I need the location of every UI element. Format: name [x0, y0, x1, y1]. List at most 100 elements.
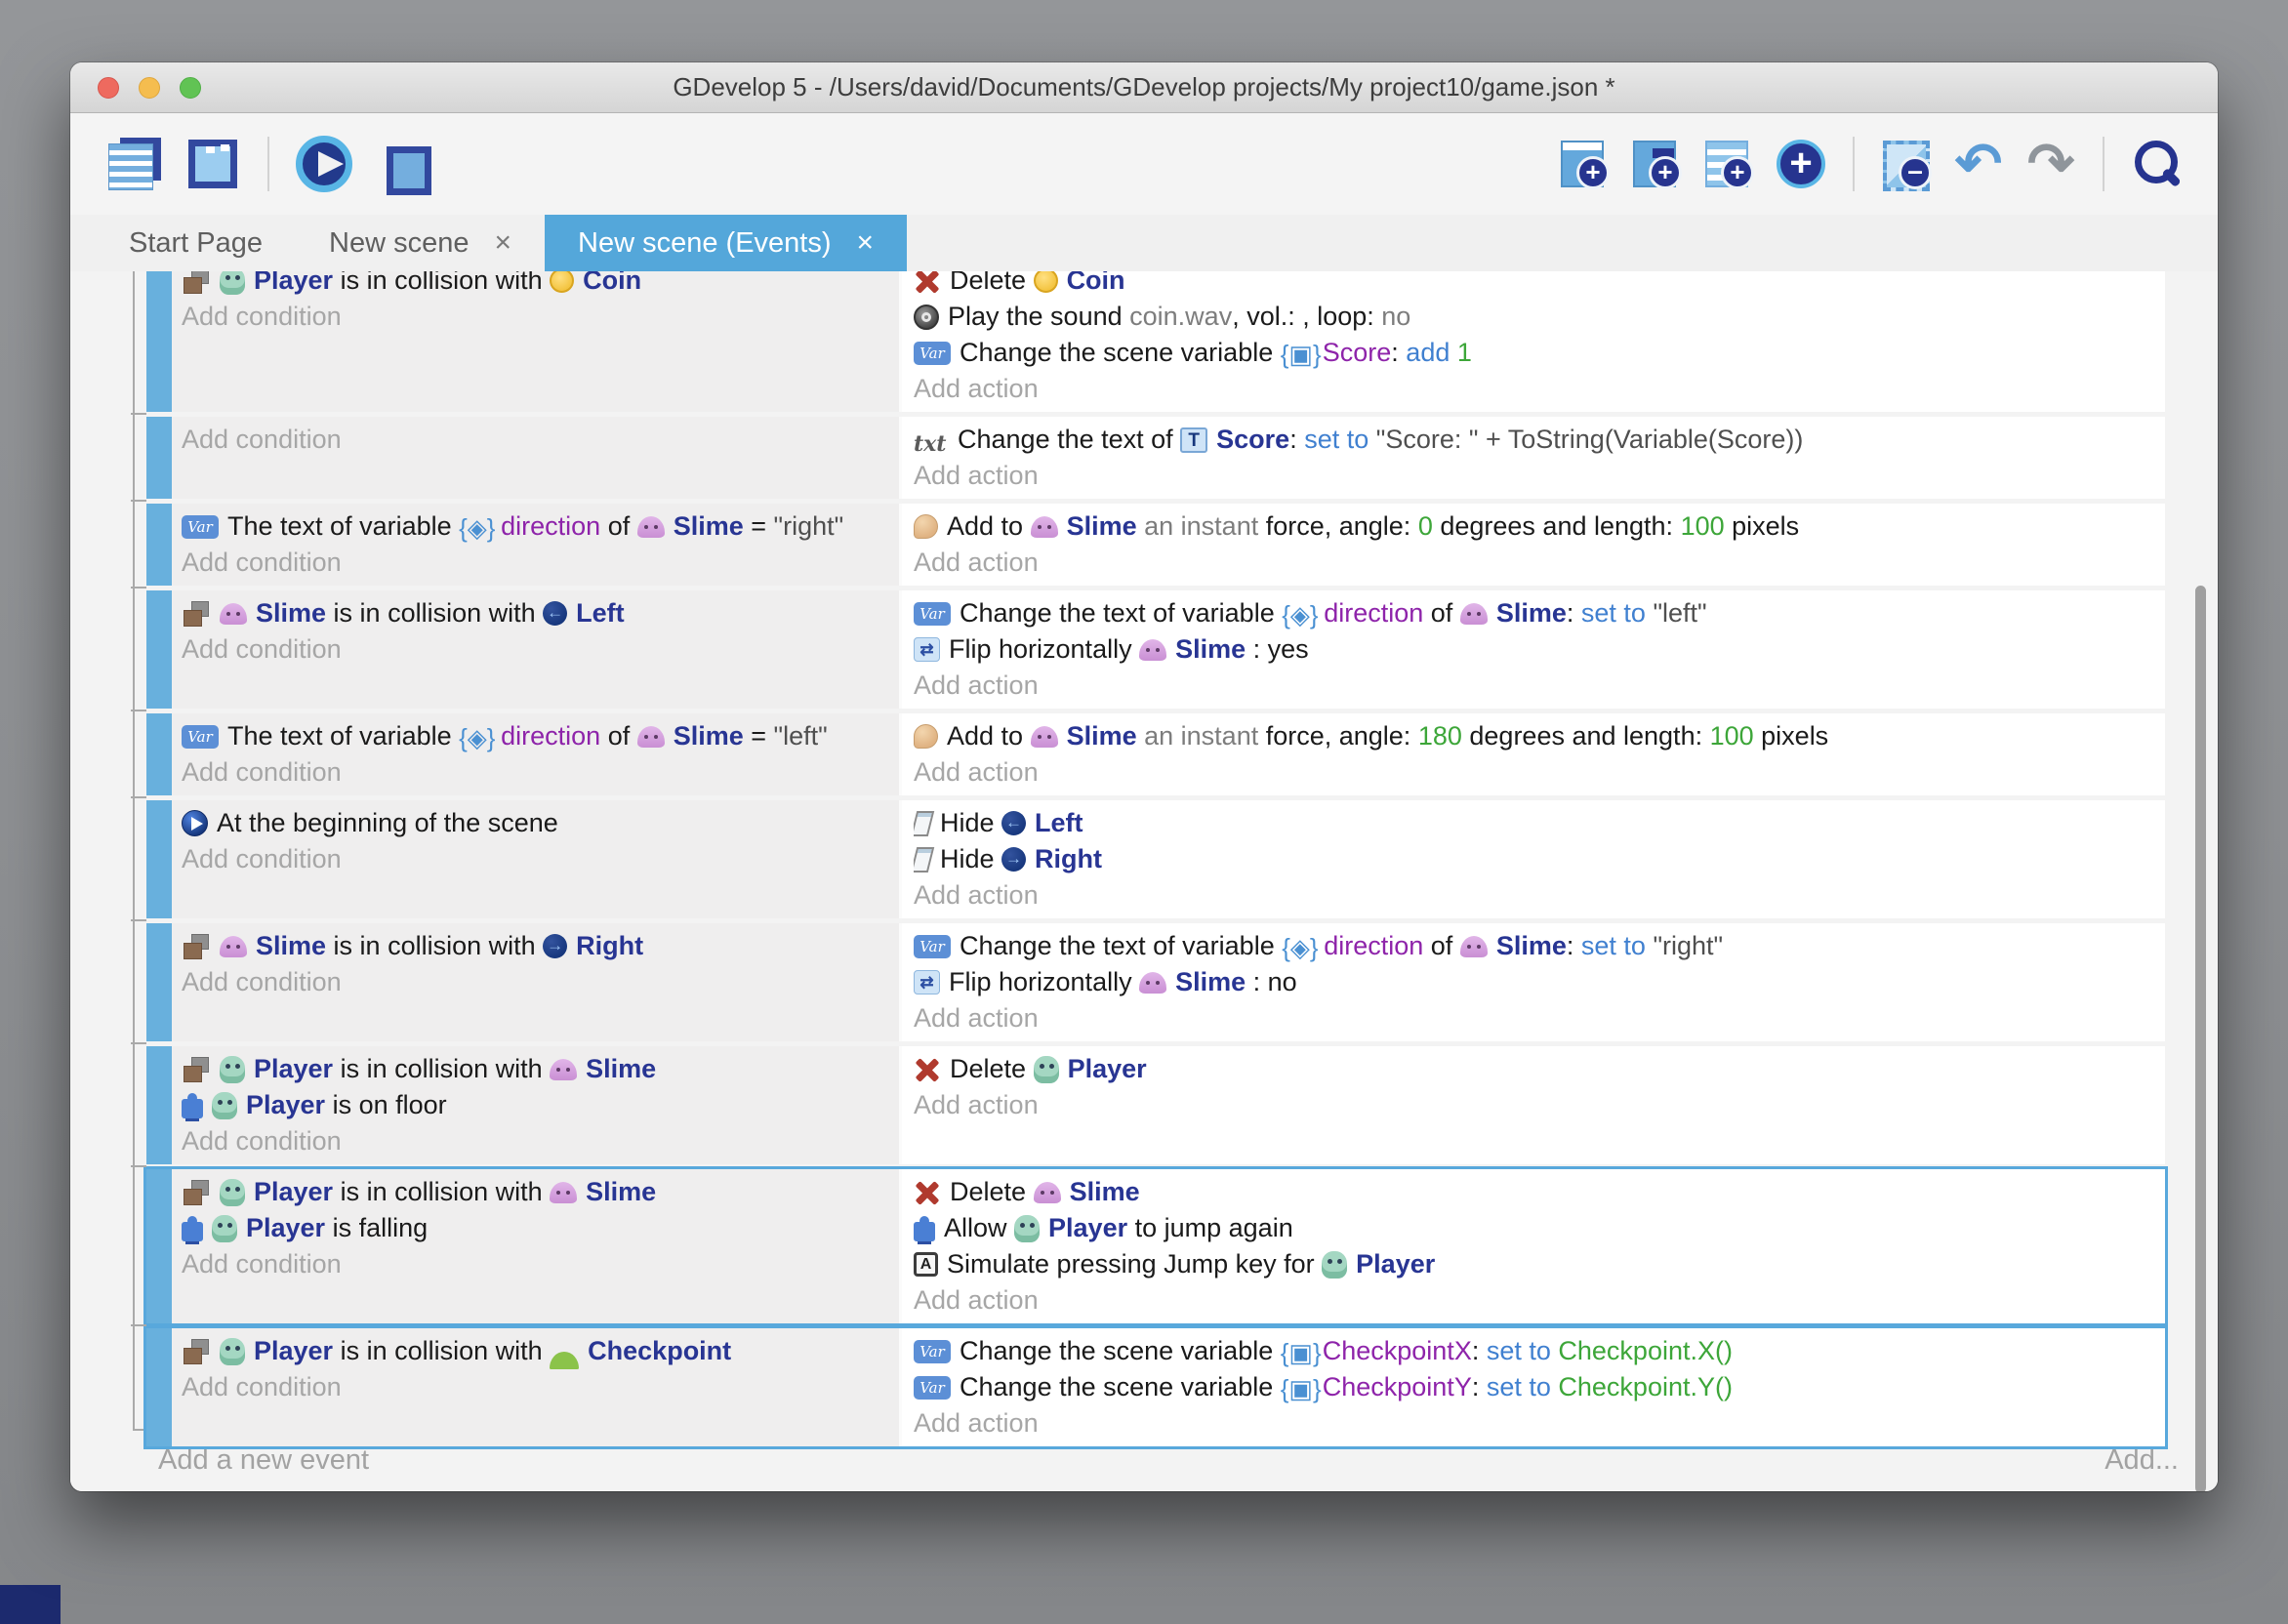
tab-new-scene[interactable]: New scene: [296, 215, 545, 271]
condition-line[interactable]: Player is in collision with Coin: [182, 271, 891, 299]
debug-button[interactable]: [374, 136, 430, 192]
condition-line[interactable]: At the beginning of the scene: [182, 805, 891, 841]
actions-cell: Delete SlimeAllow Player to jump againSi…: [902, 1169, 2165, 1323]
event-row[interactable]: Player is in collision with SlimePlayer …: [146, 1169, 2165, 1323]
event-handle[interactable]: [146, 923, 172, 1041]
event-row[interactable]: Slime is in collision with RightAdd cond…: [146, 923, 2165, 1041]
add-condition-link[interactable]: Add condition: [182, 754, 891, 791]
event-handle[interactable]: [146, 590, 172, 709]
add-event-icon: [1559, 139, 1610, 189]
add-comment-icon: [1703, 139, 1754, 189]
event-handle[interactable]: [146, 1328, 172, 1446]
add-action-link[interactable]: Add action: [914, 1087, 2157, 1123]
event-handle[interactable]: [146, 713, 172, 795]
undo-button[interactable]: [1953, 139, 2004, 189]
text-segment: The text of variable: [227, 511, 459, 542]
keyA-icon: [914, 1252, 938, 1277]
scene-editor-button[interactable]: [184, 136, 241, 192]
event-row[interactable]: The text of variable direction of Slime …: [146, 713, 2165, 795]
condition-line[interactable]: The text of variable direction of Slime …: [182, 508, 891, 545]
event-row[interactable]: Player is in collision with SlimePlayer …: [146, 1046, 2165, 1164]
close-icon[interactable]: [857, 228, 875, 258]
add-condition-link[interactable]: Add condition: [182, 841, 891, 877]
event-handle[interactable]: [146, 417, 172, 499]
add-event-button[interactable]: [1559, 139, 1610, 189]
action-line[interactable]: Add to Slime an instant force, angle: 18…: [914, 718, 2157, 754]
action-line[interactable]: Delete Slime: [914, 1174, 2157, 1210]
add-condition-link[interactable]: Add condition: [182, 1123, 891, 1159]
event-tree-line: [133, 271, 135, 1429]
action-line[interactable]: Change the text of Score: set to "Score:…: [914, 422, 2157, 458]
action-line[interactable]: Change the scene variable CheckpointX: s…: [914, 1333, 2157, 1369]
event-handle[interactable]: [146, 271, 172, 412]
text-segment: : yes: [1246, 634, 1309, 665]
condition-line[interactable]: Slime is in collision with Left: [182, 595, 891, 631]
action-line[interactable]: Flip horizontally Slime : yes: [914, 631, 2157, 668]
event-row[interactable]: Player is in collision with CoinAdd cond…: [146, 271, 2165, 412]
add-condition-link[interactable]: Add condition: [182, 631, 891, 668]
action-line[interactable]: Change the scene variable CheckpointY: s…: [914, 1369, 2157, 1405]
add-action-link[interactable]: Add action: [914, 458, 2157, 494]
redo-button[interactable]: [2025, 139, 2076, 189]
add-new-event-button[interactable]: Add a new event: [158, 1444, 369, 1477]
action-line[interactable]: Delete Player: [914, 1051, 2157, 1087]
condition-line[interactable]: Player is in collision with Checkpoint: [182, 1333, 891, 1369]
add-action-link[interactable]: Add action: [914, 371, 2157, 407]
add-more-circle-button[interactable]: [1776, 139, 1826, 189]
action-line[interactable]: Change the text of variable direction of…: [914, 595, 2157, 631]
add-comment-button[interactable]: [1703, 139, 1754, 189]
event-handle[interactable]: [146, 1169, 172, 1323]
action-line[interactable]: Add to Slime an instant force, angle: 0 …: [914, 508, 2157, 545]
condition-line[interactable]: The text of variable direction of Slime …: [182, 718, 891, 754]
action-line[interactable]: Flip horizontally Slime : no: [914, 964, 2157, 1000]
action-line[interactable]: Hide Left: [914, 805, 2157, 841]
add-action-link[interactable]: Add action: [914, 1000, 2157, 1036]
event-row[interactable]: Slime is in collision with LeftAdd condi…: [146, 590, 2165, 709]
preview-play-button[interactable]: [296, 136, 352, 192]
tab-start-page[interactable]: Start Page: [96, 215, 296, 271]
event-handle[interactable]: [146, 504, 172, 586]
action-line[interactable]: Play the sound coin.wav, vol.: , loop: n…: [914, 299, 2157, 335]
close-icon[interactable]: [495, 228, 512, 258]
add-action-link[interactable]: Add action: [914, 1282, 2157, 1319]
condition-line[interactable]: Slime is in collision with Right: [182, 928, 891, 964]
tab-new-scene-events[interactable]: New scene (Events): [545, 215, 907, 271]
action-line[interactable]: Allow Player to jump again: [914, 1210, 2157, 1246]
event-handle[interactable]: [146, 800, 172, 918]
event-handle[interactable]: [146, 1046, 172, 1164]
add-subevent-button[interactable]: [1631, 139, 1682, 189]
add-condition-link[interactable]: Add condition: [182, 1369, 891, 1405]
add-action-link[interactable]: Add action: [914, 668, 2157, 704]
condition-line[interactable]: Player is in collision with Slime: [182, 1051, 891, 1087]
action-line[interactable]: Change the text of variable direction of…: [914, 928, 2157, 964]
add-condition-link[interactable]: Add condition: [182, 1246, 891, 1282]
add-action-link[interactable]: Add action: [914, 545, 2157, 581]
project-manager-button[interactable]: [106, 136, 163, 192]
event-row[interactable]: Player is in collision with CheckpointAd…: [146, 1328, 2165, 1446]
add-more-button[interactable]: Add...: [2104, 1444, 2179, 1477]
add-condition-link[interactable]: Add condition: [182, 964, 891, 1000]
action-line[interactable]: Hide Right: [914, 841, 2157, 877]
events-sheet: Player is in collision with CoinAdd cond…: [70, 271, 2218, 1491]
condition-line[interactable]: Player is on floor: [182, 1087, 891, 1123]
text-segment: pixels: [1725, 511, 1800, 542]
condition-line[interactable]: Player is falling: [182, 1210, 891, 1246]
event-row[interactable]: At the beginning of the sceneAdd conditi…: [146, 800, 2165, 918]
add-condition-link[interactable]: Add condition: [182, 299, 891, 335]
text-segment: Slime: [1070, 1177, 1140, 1207]
search-button[interactable]: [2131, 139, 2182, 189]
add-condition-link[interactable]: Add condition: [182, 545, 891, 581]
text-segment: Slime: [256, 598, 326, 629]
add-condition-link[interactable]: Add condition: [182, 422, 891, 458]
action-line[interactable]: Simulate pressing Jump key for Player: [914, 1246, 2157, 1282]
event-row[interactable]: The text of variable direction of Slime …: [146, 504, 2165, 586]
scrollbar-thumb[interactable]: [2195, 586, 2206, 1491]
add-action-link[interactable]: Add action: [914, 1405, 2157, 1441]
event-row[interactable]: Add condition Change the text of Score: s…: [146, 417, 2165, 499]
action-line[interactable]: Delete Coin: [914, 271, 2157, 299]
add-action-link[interactable]: Add action: [914, 754, 2157, 791]
action-line[interactable]: Change the scene variable Score: add 1: [914, 335, 2157, 371]
add-action-link[interactable]: Add action: [914, 877, 2157, 914]
delete-selection-button[interactable]: [1881, 139, 1932, 189]
condition-line[interactable]: Player is in collision with Slime: [182, 1174, 891, 1210]
